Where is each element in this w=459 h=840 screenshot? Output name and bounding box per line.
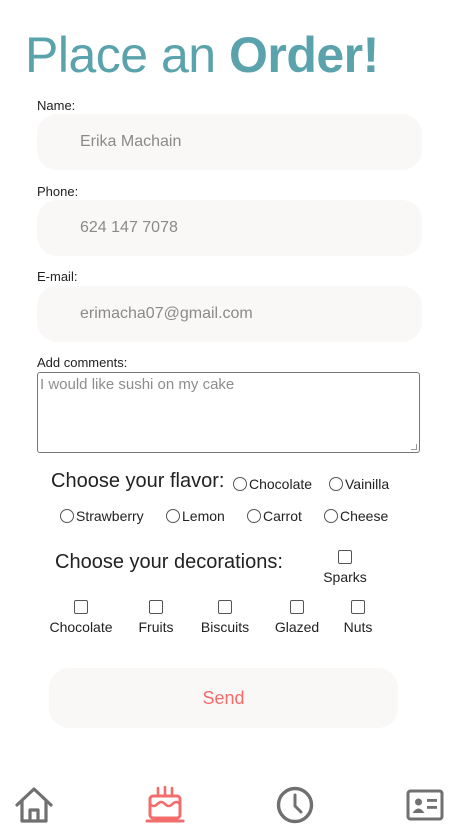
checkbox-icon[interactable] bbox=[218, 600, 232, 614]
flavor-option-label: Cheese bbox=[340, 508, 389, 524]
home-icon[interactable] bbox=[14, 785, 54, 825]
checkbox-icon[interactable] bbox=[290, 600, 304, 614]
decoration-check-biscuits[interactable]: Biscuits bbox=[194, 600, 256, 635]
name-input[interactable]: Erika Machain bbox=[37, 114, 422, 170]
decoration-check-chocolate[interactable]: Chocolate bbox=[44, 600, 118, 635]
decoration-check-glazed[interactable]: Glazed bbox=[270, 600, 324, 635]
title-bold: Order! bbox=[228, 27, 379, 83]
decoration-check-sparks[interactable]: Sparks bbox=[318, 550, 372, 585]
flavor-option-label: Vainilla bbox=[345, 476, 390, 492]
decoration-option-label: Nuts bbox=[343, 619, 373, 635]
page-title: Place an Order! bbox=[25, 26, 379, 84]
decoration-option-label: Biscuits bbox=[200, 619, 250, 635]
decoration-check-nuts[interactable]: Nuts bbox=[338, 600, 378, 635]
radio-circle-icon[interactable] bbox=[329, 477, 343, 491]
decoration-option-label: Fruits bbox=[138, 619, 174, 635]
flavor-option-label: Lemon bbox=[182, 508, 225, 524]
phone-value: 624 147 7078 bbox=[80, 219, 178, 236]
checkbox-icon[interactable] bbox=[74, 600, 88, 614]
radio-circle-icon[interactable] bbox=[247, 509, 261, 523]
contact-card-icon[interactable] bbox=[405, 785, 445, 825]
decoration-option-label: Sparks bbox=[323, 569, 367, 585]
flavor-radio-lemon[interactable]: Lemon bbox=[166, 508, 225, 524]
radio-circle-icon[interactable] bbox=[324, 509, 338, 523]
email-label: E-mail: bbox=[37, 269, 78, 284]
checkbox-icon[interactable] bbox=[338, 550, 352, 564]
email-input[interactable]: erimacha07@gmail.com bbox=[37, 286, 422, 342]
cake-icon[interactable] bbox=[145, 785, 185, 825]
flavor-option-label: Carrot bbox=[263, 508, 302, 524]
name-label: Name: bbox=[37, 98, 76, 113]
flavor-radio-vainilla[interactable]: Vainilla bbox=[329, 476, 389, 492]
title-normal: Place an bbox=[25, 27, 229, 83]
comments-placeholder: I would like sushi on my cake bbox=[40, 376, 235, 393]
phone-input[interactable]: 624 147 7078 bbox=[37, 200, 422, 256]
resize-handle-icon[interactable] bbox=[411, 444, 417, 450]
send-button[interactable]: Send bbox=[49, 668, 398, 728]
decoration-option-label: Glazed bbox=[274, 619, 320, 635]
flavor-radio-strawberry[interactable]: Strawberry bbox=[60, 508, 144, 524]
flavor-option-label: Chocolate bbox=[249, 476, 313, 492]
phone-label: Phone: bbox=[37, 184, 79, 199]
send-label: Send bbox=[202, 687, 245, 708]
radio-circle-icon[interactable] bbox=[233, 477, 247, 491]
radio-circle-icon[interactable] bbox=[60, 509, 74, 523]
email-value: erimacha07@gmail.com bbox=[80, 305, 253, 322]
radio-circle-icon[interactable] bbox=[166, 509, 180, 523]
flavor-radio-chocolate[interactable]: Chocolate bbox=[233, 476, 312, 492]
clock-icon[interactable] bbox=[275, 785, 315, 825]
name-value: Erika Machain bbox=[80, 133, 182, 150]
comments-textarea[interactable]: I would like sushi on my cake bbox=[37, 372, 420, 453]
comments-label: Add comments: bbox=[37, 355, 128, 370]
flavor-radio-carrot[interactable]: Carrot bbox=[247, 508, 302, 524]
checkbox-icon[interactable] bbox=[351, 600, 365, 614]
decoration-check-fruits[interactable]: Fruits bbox=[132, 600, 180, 635]
decoration-option-label: Chocolate bbox=[49, 619, 113, 635]
flavor-heading: Choose your flavor: bbox=[51, 470, 225, 492]
flavor-option-label: Strawberry bbox=[76, 508, 144, 524]
flavor-radio-cheese[interactable]: Cheese bbox=[324, 508, 388, 524]
decorations-heading: Choose your decorations: bbox=[55, 551, 283, 573]
checkbox-icon[interactable] bbox=[149, 600, 163, 614]
